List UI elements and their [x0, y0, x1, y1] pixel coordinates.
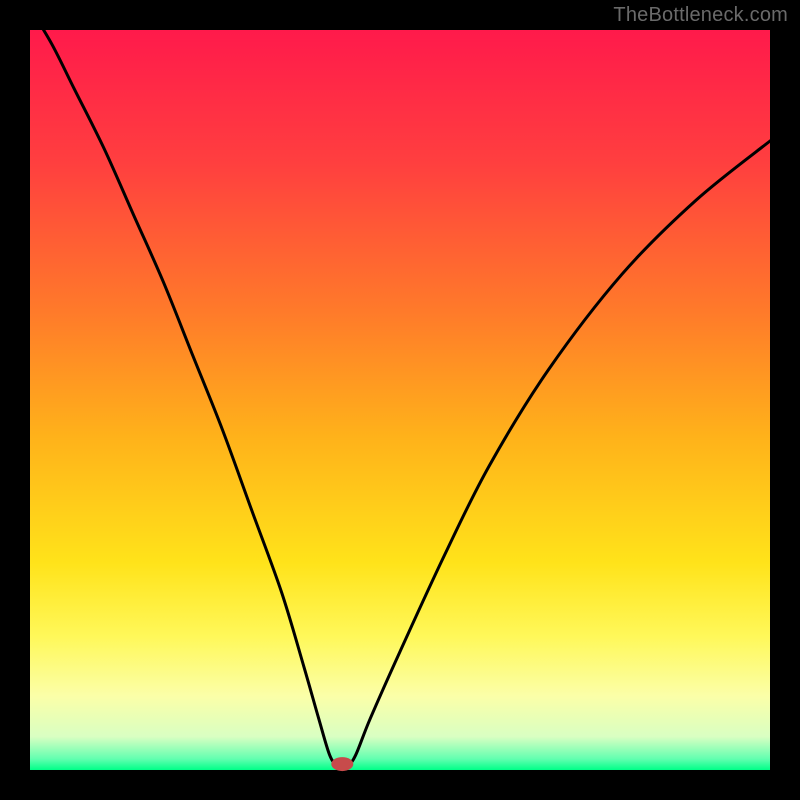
chart-frame: TheBottleneck.com [0, 0, 800, 800]
bottleneck-chart [0, 0, 800, 800]
chart-gradient-bg [30, 30, 770, 770]
watermark-text: TheBottleneck.com [613, 4, 788, 27]
optimal-point-marker [331, 757, 353, 771]
